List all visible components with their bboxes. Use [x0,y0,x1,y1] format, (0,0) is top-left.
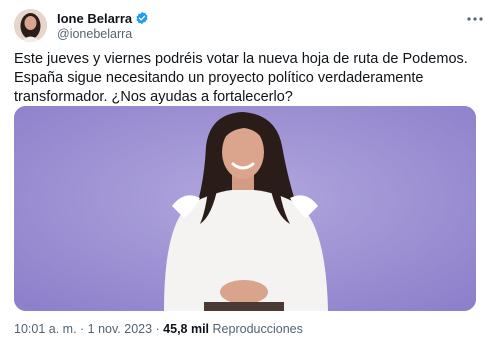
verified-badge-icon [135,11,149,25]
tweet-text-line: Este jueves y viernes podréis votar la n… [14,51,468,67]
more-dots-icon [467,17,483,21]
more-button[interactable] [464,9,486,29]
user-info: Ione Belarra @ionebelarra [57,10,149,41]
tweet-time[interactable]: 10:01 a. m. [14,322,77,336]
tweet-text-line: España sigue necesitando un proyecto pol… [14,70,424,86]
avatar-image [14,9,47,42]
video-still-image [14,106,476,311]
tweet-text: Este jueves y viernes podréis votar la n… [14,50,484,107]
tweet-meta: 10:01 a. m. · 1 nov. 2023 · 45,8 mil Rep… [14,322,303,336]
tweet-header: Ione Belarra @ionebelarra [14,9,486,42]
handle[interactable]: @ionebelarra [57,27,149,41]
tweet-date[interactable]: 1 nov. 2023 [88,322,152,336]
display-name[interactable]: Ione Belarra [57,11,132,26]
meta-separator: · [76,322,88,336]
views-count: 45,8 mil [163,322,210,336]
views-label: Reproducciones [209,322,303,336]
avatar[interactable] [14,9,47,42]
tweet-card: Ione Belarra @ionebelarra Este jueves y … [0,0,500,353]
tweet-text-line: transformador. ¿Nos ayudas a fortalecerl… [14,89,293,105]
video-thumbnail[interactable] [14,106,476,311]
meta-separator: · [152,322,164,336]
